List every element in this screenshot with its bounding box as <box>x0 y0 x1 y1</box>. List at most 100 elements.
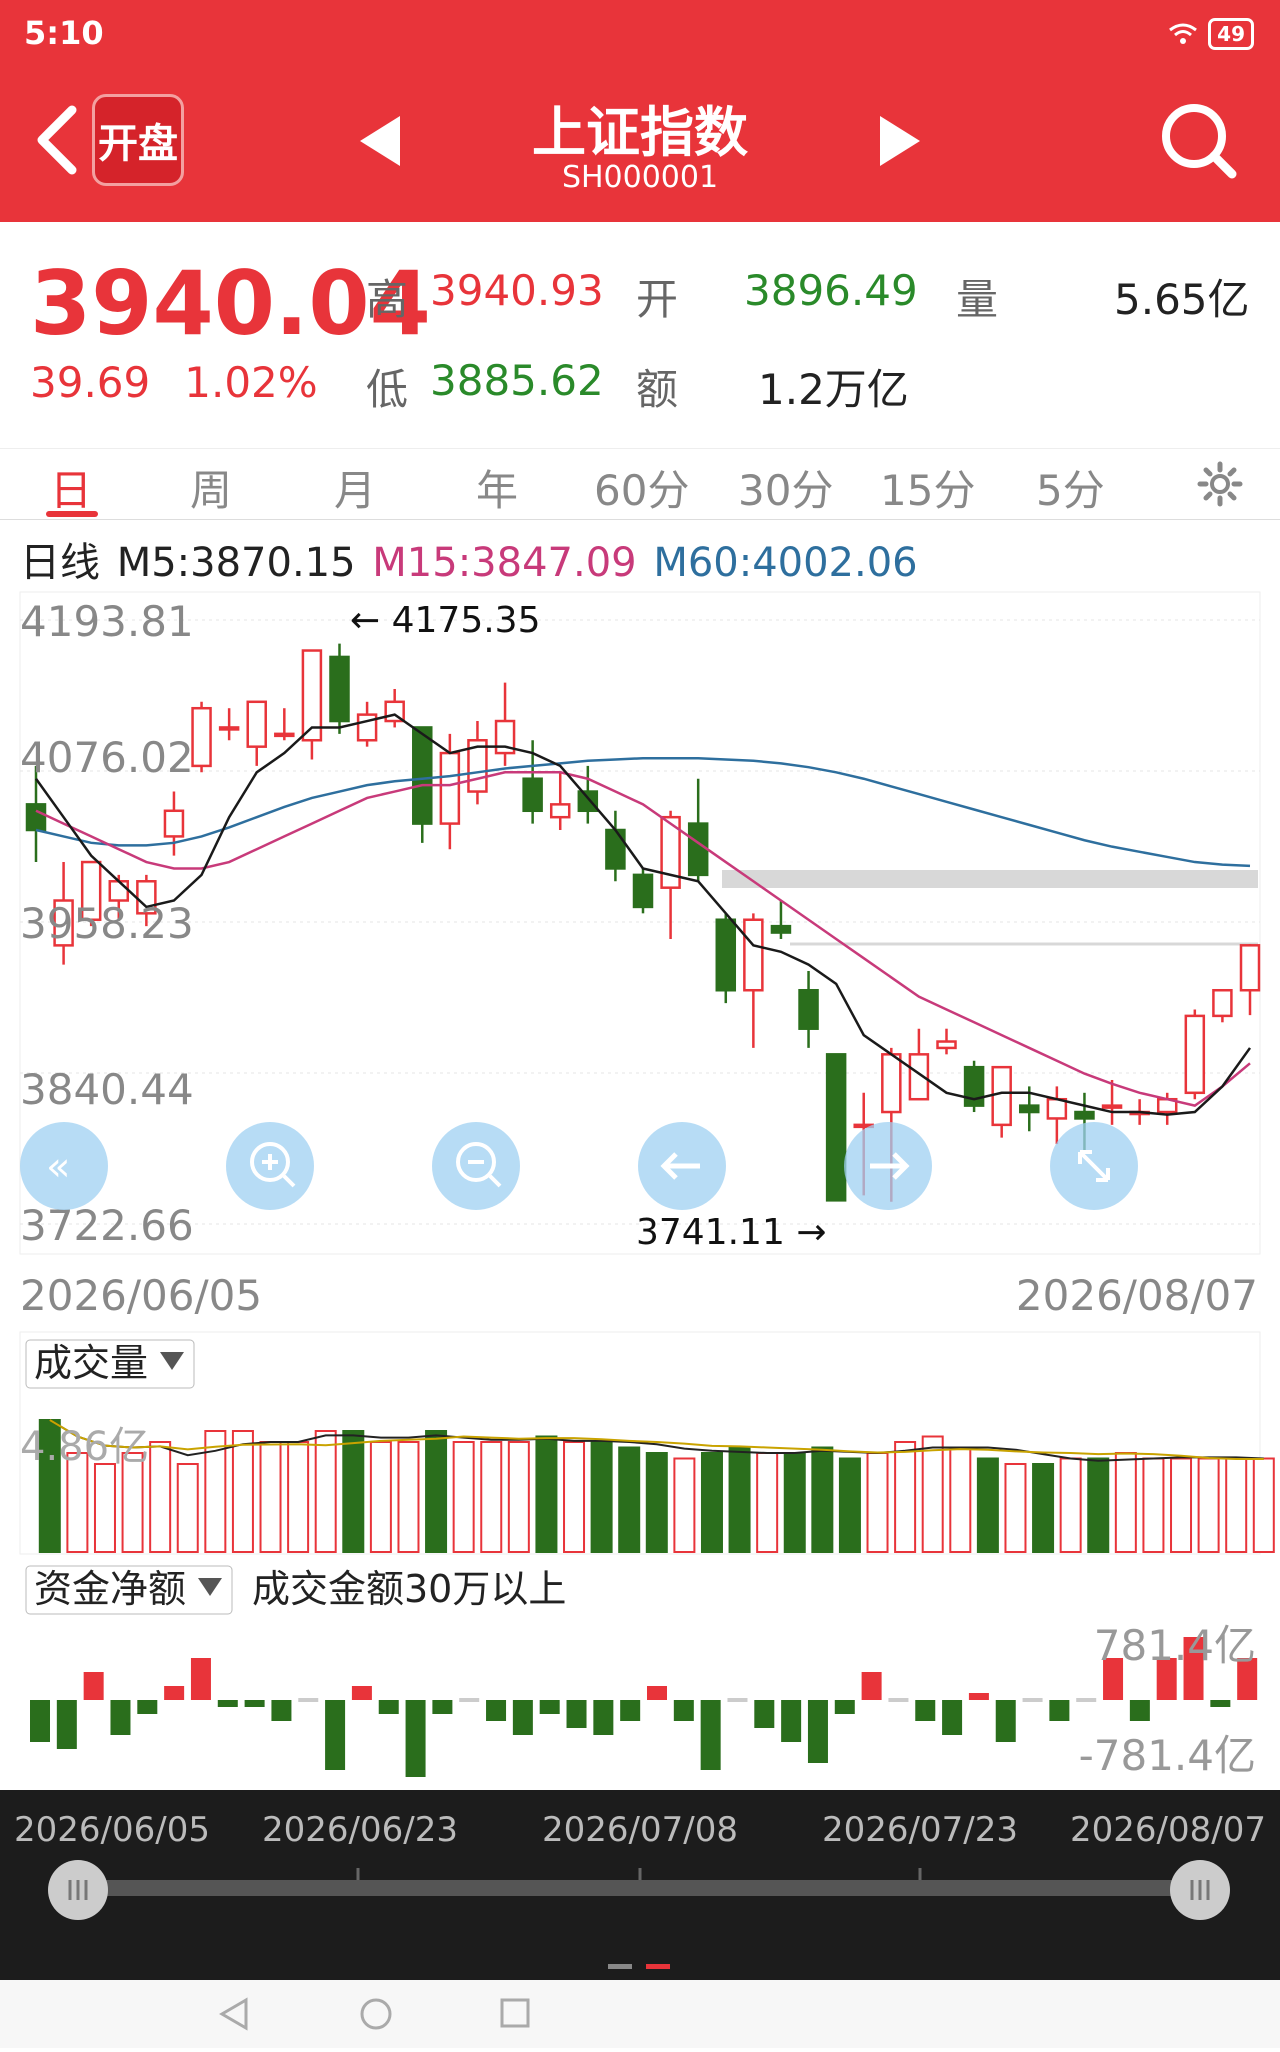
volume-bar <box>93 1463 116 1553</box>
page-indicator-active <box>646 1964 670 1969</box>
nav-home-icon[interactable] <box>360 1998 392 2030</box>
ma5-line <box>34 713 1252 1116</box>
candle <box>881 1053 902 1114</box>
candle <box>1239 944 1261 992</box>
candle <box>218 726 240 731</box>
fund-bar <box>647 1686 667 1700</box>
tab-15min[interactable]: 15分 <box>880 457 975 518</box>
timeline-date-3: 2026/07/08 <box>542 1810 738 1850</box>
tab-day[interactable]: 日 <box>50 457 92 518</box>
candle <box>329 655 350 723</box>
fund-bar <box>405 1700 426 1777</box>
fund-bar <box>432 1700 453 1714</box>
app-logo[interactable]: 开盘 <box>92 94 184 186</box>
change-value: 39.69 <box>30 358 151 407</box>
fund-bar <box>459 1698 480 1702</box>
price-label-2: 4076.02 <box>20 733 194 782</box>
move-right-button[interactable] <box>844 1122 932 1210</box>
tab-5min[interactable]: 5分 <box>1036 457 1105 518</box>
volume-bar <box>756 1452 779 1553</box>
candle <box>191 706 212 768</box>
fund-bar <box>807 1700 828 1763</box>
volume-bar <box>618 1446 641 1553</box>
volume-bar <box>673 1457 696 1553</box>
fund-bar <box>834 1700 855 1714</box>
fund-bar <box>620 1700 641 1721</box>
candle <box>743 918 764 992</box>
fund-bar <box>727 1698 748 1702</box>
timeline-date-5: 2026/08/07 <box>1070 1810 1266 1850</box>
volume-bar <box>231 1430 254 1553</box>
back-icon[interactable] <box>28 100 84 180</box>
fund-description: 成交金额30万以上 <box>252 1567 566 1611</box>
kline-chart[interactable]: 4193.81 4076.02 3958.23 3840.44 3722.66 … <box>0 580 1280 1790</box>
fund-bar <box>861 1672 882 1700</box>
price-label-3: 3958.23 <box>20 899 194 948</box>
move-left-button[interactable] <box>638 1122 726 1210</box>
volume-bar <box>700 1452 723 1553</box>
volume-bar <box>728 1446 751 1553</box>
ma-lines <box>34 713 1252 1116</box>
low-annotation: 3741.11 → <box>636 1212 826 1253</box>
page-title: 上证指数 <box>532 101 748 164</box>
scroll-left-button[interactable]: « <box>20 1122 108 1210</box>
volume-bars <box>38 1419 1275 1553</box>
volume-bar <box>921 1435 944 1553</box>
fund-bar <box>110 1700 131 1735</box>
next-stock-icon[interactable] <box>874 112 924 170</box>
fund-axis-top: 781.4亿 <box>1094 1621 1256 1670</box>
volume-bar <box>1059 1457 1082 1553</box>
amount-label: 额 <box>636 365 679 414</box>
zoom-in-button[interactable] <box>226 1122 314 1210</box>
fund-bar <box>190 1658 211 1700</box>
stock-code: SH000001 <box>561 160 719 195</box>
tab-month[interactable]: 月 <box>334 457 376 518</box>
volume-value: 5.65亿 <box>1114 275 1250 324</box>
fund-bar <box>1022 1698 1043 1702</box>
volume-bar <box>287 1441 310 1553</box>
nav-recents-icon[interactable] <box>500 1998 530 2028</box>
timeline-track[interactable] <box>0 1850 1280 1980</box>
fund-bar <box>378 1700 399 1714</box>
nav-back-icon[interactable] <box>219 1997 248 2031</box>
volume-bar <box>149 1441 172 1553</box>
candle <box>991 1065 1012 1127</box>
fund-bar <box>486 1700 507 1721</box>
fund-bar <box>995 1700 1016 1742</box>
fullscreen-button[interactable] <box>1050 1122 1138 1210</box>
range-start-date: 2026/06/05 <box>20 1271 262 1320</box>
zoom-out-button[interactable] <box>432 1122 520 1210</box>
volume-bar <box>480 1441 503 1553</box>
tab-30min[interactable]: 30分 <box>738 457 833 518</box>
prev-stock-icon[interactable] <box>356 112 406 170</box>
volume-label: 量 <box>956 275 999 324</box>
candle <box>715 918 737 992</box>
tab-60min[interactable]: 60分 <box>594 457 689 518</box>
volume-bar <box>811 1446 834 1553</box>
search-icon[interactable] <box>1158 100 1238 180</box>
candle <box>605 828 626 870</box>
price-label-bottom: 3722.66 <box>20 1201 194 1250</box>
volume-bar <box>783 1452 806 1553</box>
resistance-band <box>722 870 1258 888</box>
fund-bar <box>351 1686 372 1700</box>
candle <box>1212 988 1233 1018</box>
volume-bar <box>590 1441 613 1553</box>
open-label: 开 <box>636 275 679 324</box>
system-nav-bar <box>0 1980 1280 2048</box>
fund-bar <box>271 1700 292 1721</box>
timeline-handle-left[interactable] <box>48 1860 108 1920</box>
timeline-handle-right[interactable] <box>1170 1860 1230 1920</box>
candle <box>25 803 47 832</box>
fund-bar <box>30 1700 50 1742</box>
low-label: 低 <box>366 365 409 414</box>
volume-bar <box>425 1430 448 1553</box>
tab-week[interactable]: 周 <box>190 457 232 518</box>
low-value: 3885.62 <box>430 356 604 405</box>
amount-value: 1.2万亿 <box>758 365 909 414</box>
tab-year[interactable]: 年 <box>476 457 518 518</box>
app-header: 5:10 49 开盘 上证指数 SH000001 <box>0 0 1280 222</box>
gear-icon[interactable] <box>1196 460 1244 508</box>
volume-bar <box>645 1452 668 1553</box>
page-indicator <box>608 1964 632 1969</box>
